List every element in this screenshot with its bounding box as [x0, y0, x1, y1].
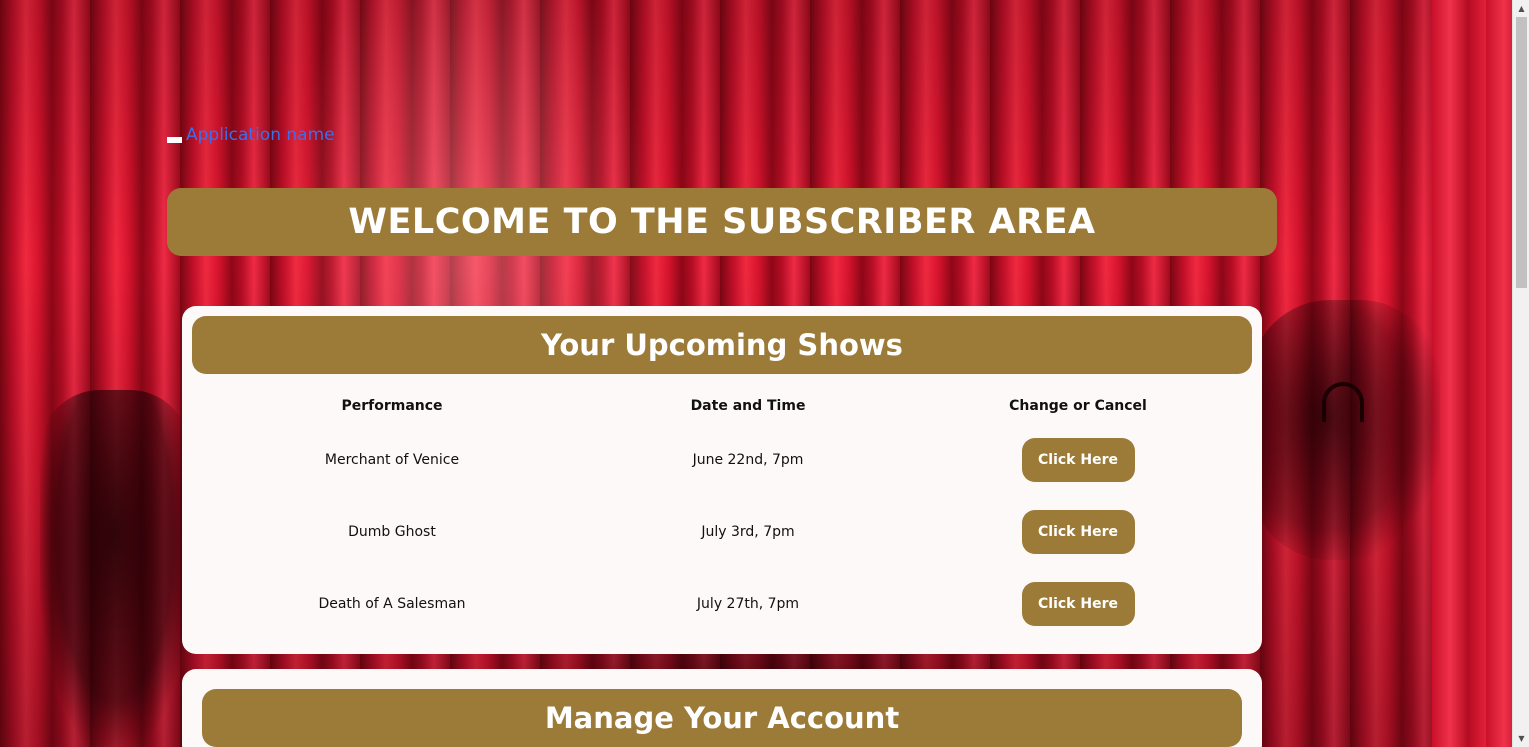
- brand-link[interactable]: Application name: [167, 123, 335, 147]
- action-cell: Click Here: [904, 568, 1252, 640]
- curtain-edge: [1432, 0, 1512, 747]
- performer-silhouette-left: [40, 390, 190, 747]
- datetime-cell: June 22nd, 7pm: [692, 452, 804, 468]
- upcoming-shows-header: Your Upcoming Shows: [192, 316, 1252, 374]
- page-title: WELCOME TO THE SUBSCRIBER AREA: [348, 202, 1096, 242]
- table-row: Merchant of Venice June 22nd, 7pm Click …: [192, 424, 1252, 496]
- upcoming-shows-card: Your Upcoming Shows Performance Date and…: [182, 306, 1262, 654]
- action-cell: Click Here: [904, 424, 1252, 496]
- change-cancel-button[interactable]: Click Here: [1021, 582, 1135, 626]
- vertical-scrollbar[interactable]: ▲ ▼: [1512, 0, 1529, 747]
- logo-icon: [167, 137, 182, 143]
- datetime-cell: July 3rd, 7pm: [701, 524, 795, 540]
- performance-cell: Death of A Salesman: [318, 596, 466, 612]
- table-row: Death of A Salesman July 27th, 7pm Click…: [192, 568, 1252, 640]
- performer-silhouette-right: [1250, 300, 1440, 560]
- scroll-up-arrow-icon[interactable]: ▲: [1513, 0, 1529, 17]
- manage-account-header: Manage Your Account: [202, 689, 1242, 747]
- table-row: Dumb Ghost July 3rd, 7pm Click Here: [192, 496, 1252, 568]
- manage-account-card: Manage Your Account: [182, 669, 1262, 747]
- datetime-cell: July 27th, 7pm: [696, 596, 800, 612]
- column-header-date-time: Date and Time: [690, 398, 806, 414]
- shows-table: Performance Date and Time Change or Canc…: [192, 388, 1252, 640]
- column-header-change-cancel: Change or Cancel: [1009, 398, 1147, 414]
- action-cell: Click Here: [904, 496, 1252, 568]
- umbrella-handle-silhouette: [1322, 382, 1364, 422]
- table-header-row: Performance Date and Time Change or Canc…: [192, 388, 1252, 424]
- change-cancel-button[interactable]: Click Here: [1021, 438, 1135, 482]
- performance-cell: Merchant of Venice: [324, 452, 460, 468]
- change-cancel-button[interactable]: Click Here: [1021, 510, 1135, 554]
- upcoming-shows-title: Your Upcoming Shows: [541, 328, 903, 362]
- manage-account-title: Manage Your Account: [544, 701, 900, 735]
- welcome-banner: WELCOME TO THE SUBSCRIBER AREA: [167, 188, 1277, 256]
- performance-cell: Dumb Ghost: [348, 524, 436, 540]
- app-name: Application name: [186, 125, 335, 145]
- scrollbar-thumb[interactable]: [1516, 17, 1527, 288]
- scroll-down-arrow-icon[interactable]: ▼: [1513, 730, 1529, 747]
- column-header-performance: Performance: [341, 398, 443, 414]
